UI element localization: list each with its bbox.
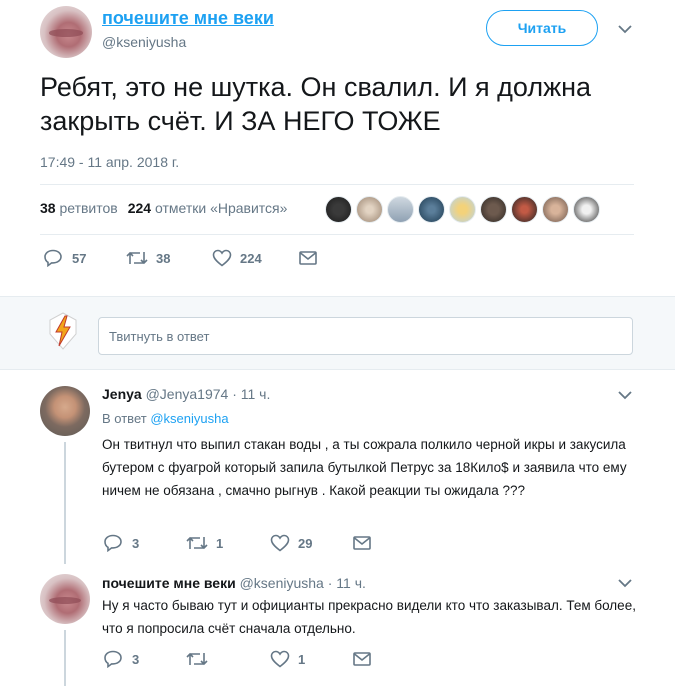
avatar[interactable] [40, 6, 92, 58]
liker-avatar[interactable] [325, 196, 352, 223]
likers-avatars [325, 196, 600, 223]
liker-avatar[interactable] [356, 196, 383, 223]
reply-count: 3 [132, 651, 140, 667]
reply-icon [104, 650, 124, 668]
retweet-count: 38 [156, 250, 171, 266]
author-name[interactable]: почешите мне веки [102, 8, 274, 29]
like-icon [270, 650, 290, 668]
message-action[interactable] [298, 250, 318, 266]
bolt-icon [48, 312, 78, 350]
reply-author-name[interactable]: Jenya [102, 386, 142, 402]
reply-count: 57 [72, 250, 87, 266]
follow-button[interactable]: Читать [486, 10, 598, 46]
retweets-count: 38 [40, 200, 56, 216]
reply-action[interactable]: 3 [104, 650, 186, 668]
message-action[interactable] [352, 535, 372, 551]
avatar[interactable] [40, 386, 90, 436]
in-reply-prefix: В ответ [102, 411, 147, 426]
reply-action[interactable]: 57 [44, 249, 126, 267]
liker-avatar[interactable] [418, 196, 445, 223]
thread-line [64, 630, 66, 686]
reply-action[interactable]: 3 [104, 534, 186, 552]
reply-author-handle[interactable]: @Jenya1974 [146, 386, 229, 402]
reply-time[interactable]: · 11 ч. [232, 386, 270, 402]
reply-icon [104, 534, 124, 552]
retweet-count: 1 [216, 535, 224, 551]
reply-actions: 3 1 29 [104, 534, 372, 552]
tweet-actions: 57 38 224 [44, 249, 318, 267]
reply-header: почешите мне веки @kseniyusha · 11 ч. [102, 575, 366, 591]
message-icon [298, 250, 318, 266]
divider [40, 234, 634, 235]
avatar[interactable] [40, 574, 90, 624]
likes-label: отметки «Нравится» [154, 200, 288, 216]
reply-author-name[interactable]: почешите мне веки [102, 575, 236, 591]
author-handle[interactable]: @kseniyusha [102, 34, 186, 50]
reply-icon [44, 249, 64, 267]
like-action[interactable]: 224 [212, 249, 298, 267]
retweets-label: ретвитов [59, 200, 118, 216]
reply-time[interactable]: · 11 ч. [328, 575, 366, 591]
retweet-icon [126, 250, 148, 266]
like-icon [212, 249, 232, 267]
reply-actions: 3 1 [104, 650, 372, 668]
divider [40, 184, 634, 185]
liker-avatar[interactable] [449, 196, 476, 223]
like-count: 29 [298, 535, 313, 551]
like-count: 224 [240, 250, 262, 266]
like-icon [270, 534, 290, 552]
reply-text: Ну я часто бываю тут и официанты прекрас… [102, 598, 636, 636]
tweet-stats: 38 ретвитов 224 отметки «Нравится» [40, 200, 287, 216]
liker-avatar[interactable] [542, 196, 569, 223]
like-action[interactable]: 1 [270, 650, 352, 668]
likes-stat[interactable]: 224 отметки «Нравится» [128, 200, 288, 216]
retweet-action[interactable]: 1 [186, 535, 270, 551]
chevron-down-icon[interactable] [618, 578, 632, 588]
like-action[interactable]: 29 [270, 534, 352, 552]
chevron-down-icon[interactable] [618, 390, 632, 400]
retweet-icon [186, 535, 208, 551]
liker-avatar[interactable] [480, 196, 507, 223]
retweet-action[interactable] [186, 651, 270, 667]
reply-header: Jenya @Jenya1974 · 11 ч. [102, 386, 270, 402]
tweet-timestamp[interactable]: 17:49 - 11 апр. 2018 г. [40, 154, 179, 170]
in-reply-handle[interactable]: @kseniyusha [150, 411, 228, 426]
liker-avatar[interactable] [511, 196, 538, 223]
message-icon [352, 651, 372, 667]
chevron-down-icon[interactable] [618, 24, 632, 34]
message-action[interactable] [352, 651, 372, 667]
reply-author-handle[interactable]: @kseniyusha [240, 575, 324, 591]
liker-avatar[interactable] [573, 196, 600, 223]
tweet-text: Ребят, это не шутка. Он свалил. И я долж… [40, 72, 592, 136]
reply-text: Он твитнул что выпил стакан воды , а ты … [102, 437, 627, 498]
main-tweet: почешите мне веки @kseniyusha Читать Реб… [0, 0, 675, 295]
reply-input[interactable]: Твитнуть в ответ [98, 317, 633, 355]
liker-avatar[interactable] [387, 196, 414, 223]
in-reply-to: В ответ @kseniyusha [102, 411, 229, 426]
likes-count: 224 [127, 200, 152, 216]
retweet-icon [186, 651, 208, 667]
reply-count: 3 [132, 535, 140, 551]
retweets-stat[interactable]: 38 ретвитов [40, 200, 118, 216]
like-count: 1 [298, 651, 306, 667]
thread-line [64, 442, 66, 564]
retweet-action[interactable]: 38 [126, 250, 212, 266]
message-icon [352, 535, 372, 551]
